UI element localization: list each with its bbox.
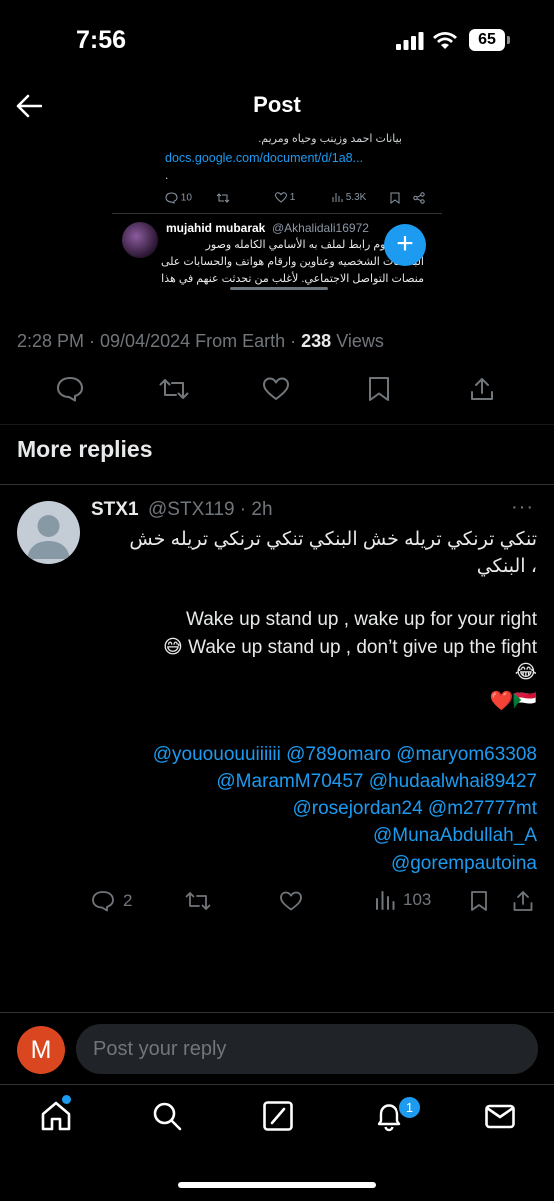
reply-author-name[interactable]: STX1 <box>91 499 139 521</box>
mention-line[interactable]: @youououuiiiiii @789omaro @maryom63308 <box>153 744 537 766</box>
reply-emoji-line: ❤️🇸🇩 <box>489 691 537 712</box>
notifications-badge: 1 <box>397 1095 422 1120</box>
repost-icon[interactable] <box>159 376 189 402</box>
share-icon[interactable] <box>512 890 534 912</box>
status-time: 7:56 <box>76 26 127 54</box>
like-icon[interactable] <box>279 890 303 912</box>
page-title: Post <box>253 92 301 117</box>
cellular-signal-icon <box>396 32 424 50</box>
reply-icon <box>92 891 114 912</box>
embed-arabic-text: بيانات احمد وزينب وحياه ومريم. <box>258 133 402 145</box>
embed-reply-line3: منصات التواصل الاجتماعي. لأغلب من تحدثت … <box>161 273 424 285</box>
post-views-count: 238 <box>301 331 332 351</box>
embed-reply-handle: @Akhalidali16972 <box>272 221 369 235</box>
reply-emoji-line: 😂 <box>514 662 537 683</box>
reply-input[interactable] <box>76 1024 538 1074</box>
embed-share-icon <box>413 192 425 204</box>
divider <box>0 1012 554 1013</box>
search-icon[interactable] <box>151 1100 183 1132</box>
attached-screenshot[interactable]: بيانات احمد وزينب وحياه ومريم. docs.goog… <box>112 120 442 298</box>
mention-line[interactable]: @MaramM70457 @hudaalwhai89427 <box>216 771 537 793</box>
repost-icon[interactable] <box>185 890 211 912</box>
embed-scroll-indicator <box>230 287 328 290</box>
views-button[interactable]: 103 <box>375 890 431 910</box>
reply-text-line: تنكي ترنكي تريله خش البنكي تنكي ترنكي تر… <box>129 529 537 550</box>
section-title-more-replies: More replies <box>17 436 153 462</box>
default-avatar[interactable] <box>17 501 80 564</box>
embed-reply-name: mujahid mubarak <box>166 221 266 235</box>
embed-views-icon: 5.3K <box>332 192 366 203</box>
battery-tip <box>507 36 510 44</box>
bookmark-icon[interactable] <box>368 376 390 402</box>
grok-icon[interactable] <box>262 1100 294 1132</box>
messages-envelope-icon[interactable] <box>484 1100 516 1132</box>
embed-reply-line2: البطاقات الشخصيه وعناوين وارقام هواتف وا… <box>161 256 424 268</box>
embed-reply-icon: 10 <box>165 192 192 204</box>
reply-author-handle: @STX119 · 2h <box>148 499 273 520</box>
reply-text-line: البنكي ، <box>476 556 537 577</box>
home-unread-dot <box>62 1095 71 1104</box>
embed-dot: . <box>165 168 169 182</box>
embed-repost-icon <box>216 192 230 204</box>
post-meta: 2:28 PM · 09/04/2024 From Earth · 238 Vi… <box>17 331 384 352</box>
views-count: 103 <box>403 890 432 909</box>
divider <box>0 484 554 485</box>
share-icon[interactable] <box>469 376 495 402</box>
embed-like-icon: 1 <box>275 192 295 203</box>
embed-link: docs.google.com/document/d/1a8... <box>165 151 364 165</box>
embed-reply-count: 10 <box>180 192 192 204</box>
reply-count: 2 <box>123 891 133 910</box>
more-options-icon[interactable]: ··· <box>511 496 534 519</box>
mention-line[interactable]: @rosejordan24 @m27777mt <box>292 798 537 820</box>
divider <box>0 424 554 425</box>
reply-reply-button[interactable]: 2 <box>91 890 132 912</box>
embed-divider <box>112 213 442 214</box>
post-views-label: Views <box>331 331 384 351</box>
mention-line[interactable]: @MunaAbdullah_A <box>373 825 537 847</box>
reply-icon[interactable] <box>56 376 84 402</box>
compose-fab-button: + <box>384 224 426 266</box>
battery-level: 65 <box>469 29 505 51</box>
reply-text-line: 😅 Wake up stand up , don’t give up the f… <box>163 637 537 658</box>
post-timestamp: 2:28 PM · 09/04/2024 From Earth · <box>17 331 302 351</box>
embed-like-count: 1 <box>289 192 296 204</box>
bookmark-icon[interactable] <box>470 890 488 912</box>
views-icon <box>376 891 395 910</box>
like-icon[interactable] <box>262 376 290 402</box>
home-icon[interactable] <box>40 1100 72 1132</box>
mention-line[interactable]: @gorempautoina <box>391 853 537 875</box>
home-indicator[interactable] <box>178 1182 376 1188</box>
wifi-icon <box>432 30 458 50</box>
reply-text-line: Wake up stand up , wake up for your righ… <box>186 609 537 630</box>
embed-avatar <box>122 222 158 258</box>
my-avatar[interactable]: M <box>17 1026 65 1074</box>
embed-bookmark-icon <box>390 192 400 204</box>
embed-view-count: 5.3K <box>345 192 367 204</box>
